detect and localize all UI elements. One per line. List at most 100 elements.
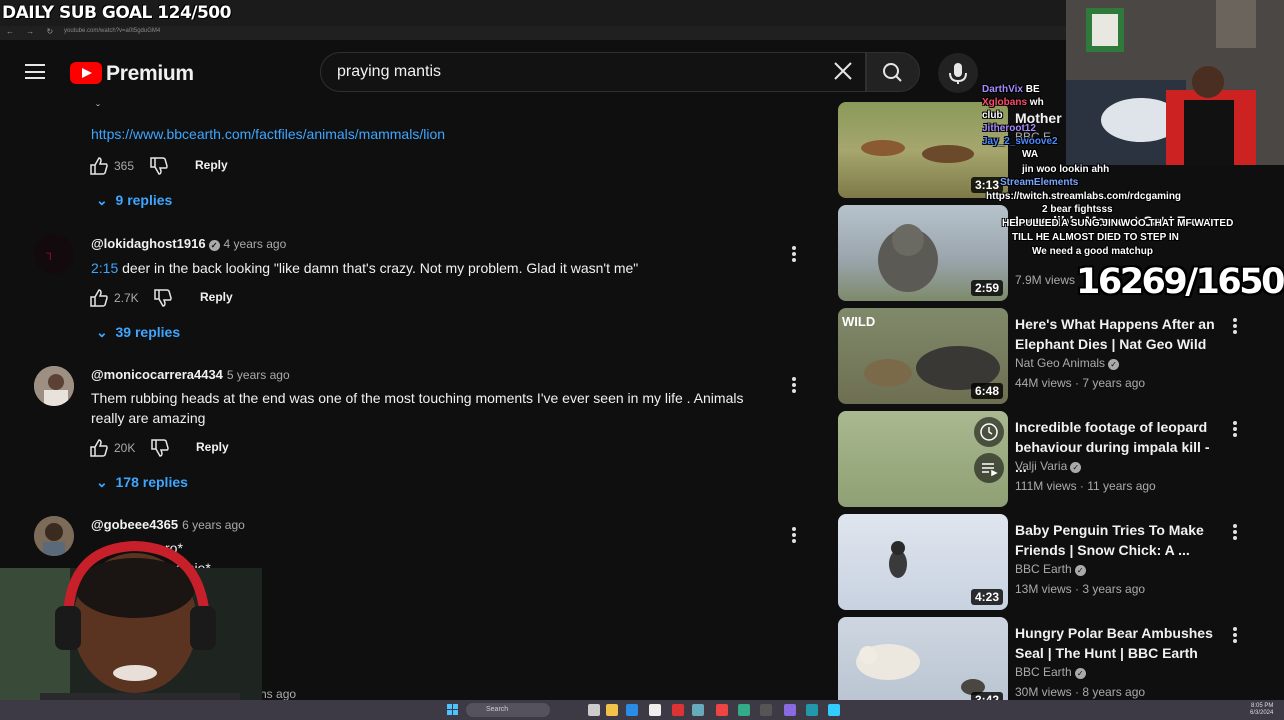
video-card[interactable]: WILD 6:48 Here's What Happens After an E…	[838, 308, 1278, 404]
app-icon[interactable]	[784, 704, 796, 716]
video-meta: 7.9M views	[1015, 273, 1076, 287]
watch-later-icon[interactable]	[974, 417, 1004, 447]
app-icon[interactable]	[806, 704, 818, 716]
timestamp-link[interactable]: 2:15	[91, 260, 118, 276]
video-more-options-icon[interactable]	[1232, 627, 1238, 645]
replies-count: 9 replies	[115, 192, 173, 208]
video-card[interactable]: 3:42 Hungry Polar Bear Ambushes Seal | T…	[838, 617, 1278, 700]
video-title[interactable]: Here's What Happens After an Elephant Di…	[1015, 314, 1225, 354]
dislike-icon[interactable]	[152, 287, 174, 309]
subscriber-counter-overlay: 16269/16500	[1076, 262, 1284, 302]
comment-author[interactable]: @monicocarrera4434 5 years ago	[91, 367, 290, 382]
reply-button[interactable]: Reply	[200, 290, 233, 304]
avatar-image	[34, 366, 74, 406]
add-to-queue-icon[interactable]	[974, 453, 1004, 483]
avatar-image: ꭋ	[34, 234, 74, 274]
like-count: 365	[114, 159, 135, 173]
video-channel[interactable]: Valji Varia ✓	[1015, 459, 1082, 473]
like-icon[interactable]	[88, 287, 110, 309]
stream-chat-overlay: DarthVix BE Xglobans wh club Jitheroot12…	[982, 84, 1234, 257]
windows-start-icon[interactable]	[447, 704, 459, 716]
video-title[interactable]: Hungry Polar Bear Ambushes Seal | The Hu…	[1015, 623, 1225, 663]
search-button[interactable]	[866, 52, 920, 92]
like-icon[interactable]	[88, 437, 110, 459]
search-input[interactable]: praying mantis	[320, 52, 866, 92]
comment-text: Them rubbing heads at the end was one of…	[91, 390, 744, 426]
comment-more-options-icon[interactable]	[790, 246, 798, 264]
chrome-icon[interactable]	[716, 704, 728, 716]
file-explorer-icon[interactable]	[606, 704, 618, 716]
logo-text[interactable]: Premium	[106, 62, 194, 86]
thumbnail-badge: WILD	[842, 314, 876, 329]
comment-link[interactable]: https://www.bbcearth.com/factfiles/anima…	[91, 126, 445, 142]
video-card[interactable]: Incredible footage of leopard behaviour …	[838, 411, 1278, 507]
search-query[interactable]: praying mantis	[337, 63, 441, 81]
verified-icon: ✓	[1070, 462, 1082, 473]
collapse-caret-icon[interactable]: ˇ	[96, 102, 100, 116]
replies-count: 39 replies	[115, 324, 181, 340]
task-view-icon[interactable]	[588, 704, 600, 716]
clear-search-icon[interactable]	[832, 60, 854, 82]
comment-more-options-icon[interactable]	[790, 527, 798, 545]
thumbnail-image	[856, 644, 985, 695]
sub-goal-overlay: DAILY SUB GOAL 124/500	[2, 3, 231, 23]
verified-icon: ✓	[208, 240, 220, 251]
comment-author[interactable]: @lokidaghost1916 ✓ 4 years ago	[91, 236, 286, 251]
view-replies-button[interactable]: ⌄ 39 replies	[96, 324, 180, 341]
video-more-options-icon[interactable]	[1232, 524, 1238, 542]
youtube-header: Premium praying mantis	[0, 40, 1070, 102]
edge-icon[interactable]	[626, 704, 638, 716]
like-count: 2.7K	[114, 291, 139, 305]
system-clock[interactable]: 8:05 PM 6/3/2024	[1250, 703, 1273, 717]
app-icon[interactable]	[828, 704, 840, 716]
webcam-image	[0, 540, 262, 720]
video-channel[interactable]: Nat Geo Animals ✓	[1015, 356, 1120, 370]
video-title[interactable]: Baby Penguin Tries To Make Friends | Sno…	[1015, 520, 1225, 560]
video-card[interactable]: 4:23 Baby Penguin Tries To Make Friends …	[838, 514, 1278, 610]
reply-button[interactable]: Reply	[195, 158, 228, 172]
video-thumbnail[interactable]: WILD 6:48	[838, 308, 1008, 404]
app-icon[interactable]	[738, 704, 750, 716]
video-channel[interactable]: BBC Earth ✓	[1015, 665, 1086, 679]
microphone-icon	[949, 63, 967, 84]
avatar[interactable]	[34, 366, 74, 406]
duration-badge: 2:59	[970, 280, 1003, 296]
dislike-icon[interactable]	[149, 437, 171, 459]
video-more-options-icon[interactable]	[1232, 318, 1238, 336]
dislike-icon[interactable]	[148, 155, 170, 177]
view-replies-button[interactable]: ⌄ 178 replies	[96, 474, 188, 491]
streamer-webcam-bottom	[0, 528, 262, 720]
avatar[interactable]: ꭋ	[34, 234, 74, 274]
video-more-options-icon[interactable]	[1232, 421, 1238, 439]
browser-nav-icons[interactable]: ← → ↻	[6, 27, 58, 36]
partial-comment-age: nths ago	[250, 687, 297, 700]
video-thumbnail[interactable]: 4:23	[838, 514, 1008, 610]
taskbar-search-box[interactable]: Search	[466, 703, 550, 717]
replies-count: 178 replies	[115, 474, 188, 490]
app-icon[interactable]	[672, 704, 684, 716]
comment-age[interactable]: 5 years ago	[227, 368, 290, 382]
reply-button[interactable]: Reply	[196, 440, 229, 454]
comment-text: 2:15 deer in the back looking "like damn…	[91, 260, 639, 276]
url-text[interactable]: youtube.com/watch?v=a0t5gduGM4	[64, 28, 160, 34]
like-icon[interactable]	[88, 155, 110, 177]
app-icon[interactable]	[760, 704, 772, 716]
like-count: 20K	[114, 441, 136, 455]
comment-more-options-icon[interactable]	[790, 377, 798, 395]
youtube-logo-icon[interactable]	[70, 62, 102, 84]
app-icon[interactable]	[692, 704, 704, 716]
voice-search-button[interactable]	[938, 53, 978, 93]
search-icon	[883, 63, 902, 82]
view-replies-button[interactable]: ⌄ 9 replies	[96, 192, 172, 209]
video-meta: 30M views · 8 years ago	[1015, 685, 1146, 699]
browser-address-bar[interactable]: ← → ↻ youtube.com/watch?v=a0t5gduGM4	[0, 26, 1070, 40]
video-thumbnail[interactable]: 3:42	[838, 617, 1008, 700]
duration-badge: 6:48	[970, 383, 1003, 399]
video-channel[interactable]: BBC Earth ✓	[1015, 562, 1086, 576]
comment-age[interactable]: 4 years ago	[224, 237, 287, 251]
hamburger-menu-icon[interactable]	[25, 64, 45, 79]
windows-taskbar: Search 8:05 PM 6/3/2024	[0, 700, 1284, 720]
app-icon[interactable]	[649, 704, 661, 716]
video-thumbnail[interactable]	[838, 411, 1008, 507]
verified-icon: ✓	[1074, 565, 1086, 576]
